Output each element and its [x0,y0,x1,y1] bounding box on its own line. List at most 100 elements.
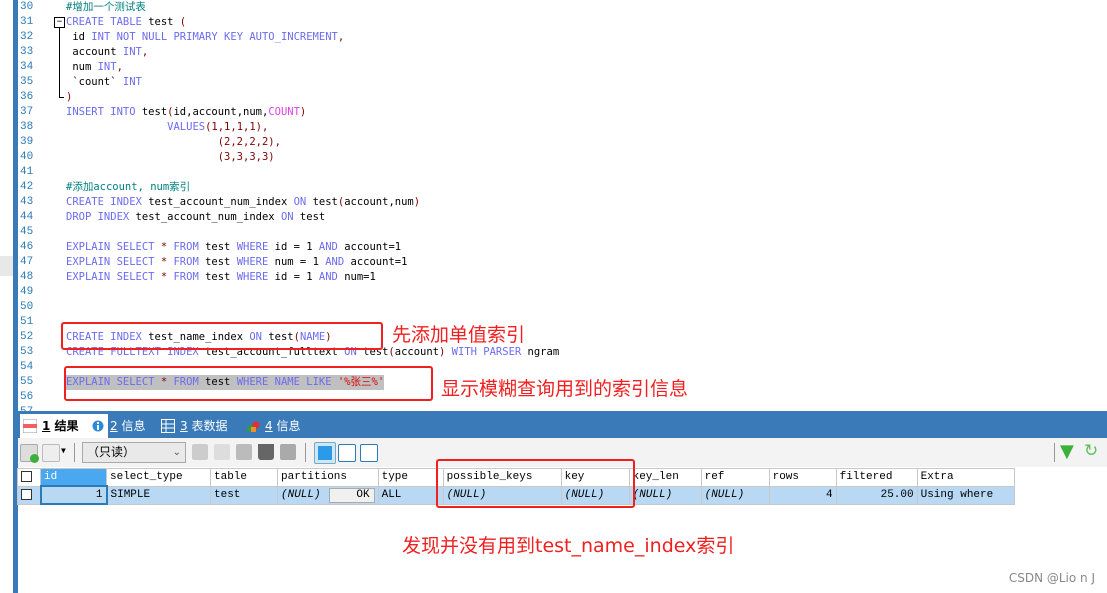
line-number: 37 [20,106,34,118]
code-text: (2,2,2,2), [66,135,281,150]
info-icon [91,419,105,433]
column-header-filtered[interactable]: filtered [835,468,918,487]
cell-value: 1 [95,489,103,501]
code-token: #添加account, num索引 [66,181,191,193]
shapes-info-icon [246,421,260,432]
column-header-table[interactable]: table [210,468,278,487]
code-line[interactable]: 37 INSERT INTO test(id,account,num,COUNT) [0,105,1107,120]
code-token: test_account_num_index [135,211,281,223]
select-all-checkbox[interactable] [17,468,41,487]
readonly-select[interactable]: （只读） ⌄ [82,442,186,463]
code-token: CREATE INDEX [66,196,149,208]
line-number: 56 [20,391,34,403]
code-line[interactable]: 50 [0,300,1107,315]
cell-rows[interactable]: 4 [768,485,837,505]
column-header-id[interactable]: id [40,468,107,487]
cell-select-type[interactable]: SIMPLE [106,485,211,505]
cell-id[interactable]: 1 [39,485,108,505]
line-number: 47 [20,256,34,268]
cell-value: Using where [920,489,994,501]
separator [74,443,75,462]
code-line[interactable]: 36) [0,90,1107,105]
tab-label: 信息 [276,419,301,433]
tab-info-4[interactable]: 4 信息 [243,414,335,438]
code-token: test_account_num_index [148,196,294,208]
code-token: id,account,num, [173,106,269,118]
code-line[interactable]: 42 #添加account, num索引 [0,180,1107,195]
code-line[interactable]: 48 EXPLAIN SELECT * FROM test WHERE id = … [0,270,1107,285]
code-token: INT NOT NULL PRIMARY KEY AUTO_INCREMENT [91,31,338,43]
code-line[interactable]: 32 id INT NOT NULL PRIMARY KEY AUTO_INCR… [0,30,1107,45]
text-view-icon[interactable] [360,444,378,462]
cell-key-len[interactable]: (NULL) [628,485,702,505]
grid-view-icon[interactable] [314,442,336,464]
code-line[interactable]: 31 CREATE TABLE test ( [0,15,1107,30]
code-line[interactable]: 40 (3,3,3,3) [0,150,1107,165]
code-text: (3,3,3,3) [66,150,275,165]
line-number: 41 [20,166,34,178]
code-token: ) [413,196,421,208]
column-header-select-type[interactable]: select_type [106,468,211,487]
code-text: ) [66,90,72,105]
save-icon[interactable] [236,444,252,460]
code-line[interactable]: 46 EXPLAIN SELECT * FROM test WHERE id = … [0,240,1107,255]
code-token: num=1 [344,271,376,283]
cell-filtered[interactable]: 25.00 [835,485,918,505]
code-line[interactable]: 39 (2,2,2,2), [0,135,1107,150]
code-token: ) [299,106,307,118]
code-text: EXPLAIN SELECT * FROM test WHERE id = 1 … [66,240,401,255]
code-token: (1,1,1,1), [205,121,269,133]
code-token: ngram [527,346,560,358]
column-header-partitions[interactable]: partitions [277,468,379,487]
column-header-ref[interactable]: ref [700,468,770,487]
code-line[interactable]: 38 VALUES(1,1,1,1), [0,120,1107,135]
ok-button[interactable]: OK [328,487,375,503]
cell-table[interactable]: test [210,485,278,505]
delete-icon[interactable] [258,444,274,460]
code-line[interactable]: 44 DROP INDEX test_account_num_index ON t… [0,210,1107,225]
cell-partitions[interactable]: (NULL) OK [277,485,379,505]
code-line[interactable]: 43 CREATE INDEX test_account_num_index ON… [0,195,1107,210]
code-token: FROM [173,256,206,268]
code-line[interactable]: 49 [0,285,1107,300]
row-checkbox[interactable] [17,485,41,505]
duplicate-row-icon[interactable] [42,444,60,462]
code-line[interactable]: 34 num INT, [0,60,1107,75]
cell-ref[interactable]: (NULL) [700,485,770,505]
tab-number: 3 [180,419,188,433]
code-token: AND [318,271,345,283]
form-view-icon[interactable] [338,444,356,462]
add-row-icon[interactable] [20,444,39,463]
cell-type[interactable]: ALL [377,485,444,505]
code-line[interactable]: 45 [0,225,1107,240]
column-header-extra[interactable]: Extra [916,468,1015,487]
code-line[interactable]: 41 [0,165,1107,180]
column-header-key-len[interactable]: key_len [628,468,702,487]
cancel-changes-icon[interactable] [280,444,296,460]
column-header-type[interactable]: type [377,468,444,487]
code-token: * [160,241,174,253]
code-token: num [66,61,98,73]
code-text: CREATE TABLE test ( [66,15,186,30]
column-header-rows[interactable]: rows [768,468,837,487]
code-token: #增加一个测试表 [66,1,146,13]
dropdown-arrow-icon[interactable]: ▼ [61,446,66,455]
filter-icon[interactable]: ▼ [1060,441,1074,462]
annotation-fuzzy-query: 显示模糊查询用到的索引信息 [441,378,689,400]
code-token: test [148,16,180,28]
line-number: 35 [20,76,34,88]
code-line[interactable]: 35 `count` INT [0,75,1107,90]
cell-extra[interactable]: Using where [916,485,1015,505]
cell-value: 25.00 [880,489,914,501]
code-token: COUNT [268,106,300,118]
insert-record-icon[interactable] [192,444,208,460]
code-line[interactable]: 30 #增加一个测试表 [0,0,1107,15]
code-token: id = 1 [274,241,319,253]
refresh-icon[interactable]: ↻ [1084,441,1098,461]
code-line[interactable]: 47 EXPLAIN SELECT * FROM test WHERE num =… [0,255,1107,270]
readonly-select-value: （只读） [87,445,136,459]
line-number: 40 [20,151,34,163]
copy-record-icon[interactable] [214,444,230,460]
fold-collapse-icon[interactable]: − [54,17,65,28]
code-line[interactable]: 33 account INT, [0,45,1107,60]
